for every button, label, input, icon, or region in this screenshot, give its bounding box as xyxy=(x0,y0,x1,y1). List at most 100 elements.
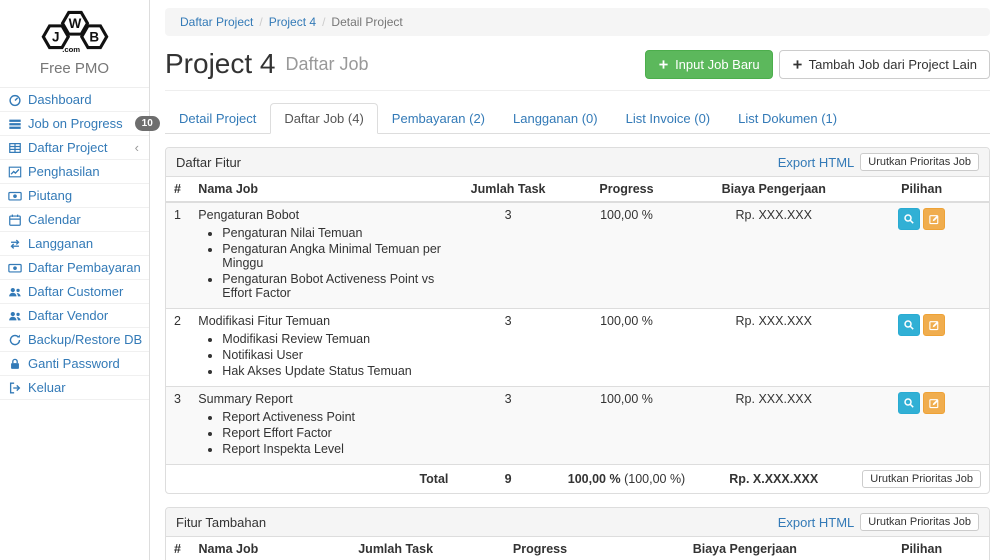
col-pilihan: Pilihan xyxy=(854,177,989,202)
table-icon xyxy=(8,141,22,155)
export-html-link[interactable]: Export HTML xyxy=(778,155,855,170)
urutkan-prioritas-job-button[interactable]: Urutkan Prioritas Job xyxy=(860,153,979,171)
search-icon xyxy=(903,397,915,409)
sidebar-item-label: Dashboard xyxy=(28,92,92,107)
input-job-baru-button[interactable]: Input Job Baru xyxy=(645,50,773,79)
row-number: 3 xyxy=(166,387,190,465)
view-job-button[interactable] xyxy=(898,208,920,230)
subtask-item: Report Inspekta Level xyxy=(222,441,448,457)
sidebar-item-backup-restore[interactable]: Backup/Restore DB xyxy=(0,328,149,352)
subtask-item: Notifikasi User xyxy=(222,347,448,363)
edit-icon xyxy=(928,319,940,331)
tab-detail-project[interactable]: Detail Project xyxy=(165,103,270,134)
sidebar-item-label: Piutang xyxy=(28,188,72,203)
tasks-icon xyxy=(8,117,22,131)
total-tasks: 9 xyxy=(456,465,559,494)
total-progress: 100,00 % (100,00 %) xyxy=(560,465,693,494)
sign-out-icon xyxy=(8,381,22,395)
edit-icon xyxy=(928,213,940,225)
urutkan-prioritas-job-button[interactable]: Urutkan Prioritas Job xyxy=(862,470,981,488)
subtask-item: Pengaturan Angka Minimal Temuan per Ming… xyxy=(222,241,448,271)
sidebar-item-langganan[interactable]: Langganan xyxy=(0,232,149,256)
tambah-job-dari-project-lain-button[interactable]: Tambah Job dari Project Lain xyxy=(779,50,990,79)
jumlah-task-value: 3 xyxy=(456,387,559,465)
sidebar-item-ganti-password[interactable]: Ganti Password xyxy=(0,352,149,376)
sidebar-item-keluar[interactable]: Keluar xyxy=(0,376,149,400)
lock-icon xyxy=(8,357,22,371)
sidebar-item-piutang[interactable]: Piutang xyxy=(0,184,149,208)
biaya-value: Rp. XXX.XXX xyxy=(693,202,854,309)
daftar-fitur-table: # Nama Job Jumlah Task Progress Biaya Pe… xyxy=(166,177,989,493)
main-content: Daftar Project/Project 4/Detail Project … xyxy=(150,0,1000,560)
app-name: Free PMO xyxy=(0,56,149,88)
subtask-item: Report Activeness Point xyxy=(222,409,448,425)
sidebar: W J B .com Free PMO Dashboard Job on Pro… xyxy=(0,0,150,560)
page-subtitle: Daftar Job xyxy=(286,54,369,75)
row-number: 2 xyxy=(166,309,190,387)
panel-daftar-fitur: Daftar Fitur Export HTML Urutkan Priorit… xyxy=(165,147,990,494)
table-row: 3 Summary Report Report Activeness Point… xyxy=(166,387,989,465)
svg-text:W: W xyxy=(68,16,81,31)
view-job-button[interactable] xyxy=(898,392,920,414)
export-html-link[interactable]: Export HTML xyxy=(778,515,855,530)
panel-title: Fitur Tambahan xyxy=(176,515,266,530)
sidebar-item-label: Langganan xyxy=(28,236,93,251)
col-progress: Progress xyxy=(445,537,636,560)
tab-list-invoice[interactable]: List Invoice (0) xyxy=(612,103,725,134)
col-nama-job: Nama Job xyxy=(191,537,347,560)
panel-fitur-tambahan: Fitur Tambahan Export HTML Urutkan Prior… xyxy=(165,507,990,560)
users-icon xyxy=(8,309,22,323)
search-icon xyxy=(903,213,915,225)
sidebar-item-job-on-progress[interactable]: Job on Progress 10 xyxy=(0,112,149,136)
money-icon xyxy=(8,261,22,275)
progress-value: 100,00 % xyxy=(560,309,693,387)
panel-title: Daftar Fitur xyxy=(176,155,241,170)
sidebar-item-label: Backup/Restore DB xyxy=(28,332,142,347)
plus-icon xyxy=(658,59,669,70)
job-name: Summary Report xyxy=(198,392,448,406)
sidebar-item-calendar[interactable]: Calendar xyxy=(0,208,149,232)
fitur-tambahan-table: # Nama Job Jumlah Task Progress Biaya Pe… xyxy=(166,537,989,560)
job-name: Pengaturan Bobot xyxy=(198,208,448,222)
plus-icon xyxy=(792,59,803,70)
tab-langganan[interactable]: Langganan (0) xyxy=(499,103,612,134)
line-chart-icon xyxy=(8,165,22,179)
sidebar-item-label: Daftar Customer xyxy=(28,284,123,299)
sidebar-item-daftar-vendor[interactable]: Daftar Vendor xyxy=(0,304,149,328)
edit-job-button[interactable] xyxy=(923,314,945,336)
sidebar-item-daftar-customer[interactable]: Daftar Customer xyxy=(0,280,149,304)
tab-pembayaran[interactable]: Pembayaran (2) xyxy=(378,103,499,134)
sidebar-item-label: Calendar xyxy=(28,212,81,227)
view-job-button[interactable] xyxy=(898,314,920,336)
sidebar-item-label: Daftar Vendor xyxy=(28,308,108,323)
tab-daftar-job[interactable]: Daftar Job (4) xyxy=(270,103,377,134)
sidebar-item-daftar-pembayaran[interactable]: Daftar Pembayaran xyxy=(0,256,149,280)
tab-bar: Detail Project Daftar Job (4) Pembayaran… xyxy=(165,103,990,134)
money-icon xyxy=(8,189,22,203)
sidebar-menu: Dashboard Job on Progress 10 Daftar Proj… xyxy=(0,88,149,400)
subtask-item: Modifikasi Review Temuan xyxy=(222,331,448,347)
subtask-list: Report Activeness Point Report Effort Fa… xyxy=(222,409,448,457)
urutkan-prioritas-job-button[interactable]: Urutkan Prioritas Job xyxy=(860,513,979,531)
edit-job-button[interactable] xyxy=(923,208,945,230)
sidebar-item-penghasilan[interactable]: Penghasilan xyxy=(0,160,149,184)
breadcrumb-daftar-project[interactable]: Daftar Project xyxy=(180,15,253,29)
edit-job-button[interactable] xyxy=(923,392,945,414)
sidebar-item-daftar-project[interactable]: Daftar Project ‹ xyxy=(0,136,149,160)
table-row: 2 Modifikasi Fitur Temuan Modifikasi Rev… xyxy=(166,309,989,387)
col-pilihan: Pilihan xyxy=(854,537,989,560)
sidebar-item-label: Job on Progress xyxy=(28,116,123,131)
breadcrumb-project-4[interactable]: Project 4 xyxy=(269,15,316,29)
sidebar-item-label: Keluar xyxy=(28,380,66,395)
tab-list-dokumen[interactable]: List Dokumen (1) xyxy=(724,103,851,134)
col-jumlah-task: Jumlah Task xyxy=(347,537,445,560)
subtask-item: Report Effort Factor xyxy=(222,425,448,441)
panel-heading: Daftar Fitur Export HTML Urutkan Priorit… xyxy=(166,148,989,177)
job-name: Modifikasi Fitur Temuan xyxy=(198,314,448,328)
svg-text:J: J xyxy=(52,30,59,45)
sidebar-item-label: Ganti Password xyxy=(28,356,120,371)
subtask-list: Modifikasi Review Temuan Notifikasi User… xyxy=(222,331,448,379)
sidebar-item-dashboard[interactable]: Dashboard xyxy=(0,88,149,112)
col-number: # xyxy=(166,537,191,560)
subtask-list: Pengaturan Nilai Temuan Pengaturan Angka… xyxy=(222,225,448,301)
